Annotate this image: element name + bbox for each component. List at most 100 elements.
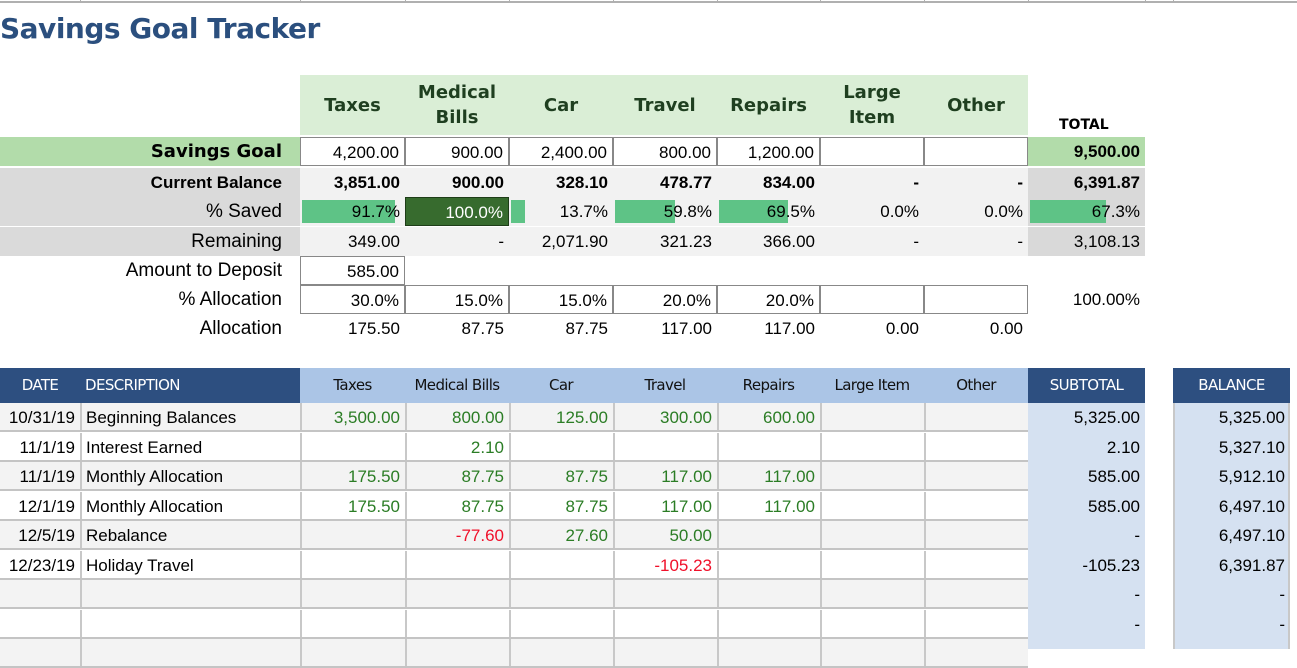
- transaction-amount-repairs[interactable]: [717, 432, 820, 460]
- transaction-amount-car[interactable]: 125.00: [509, 403, 613, 430]
- transaction-amount-taxes[interactable]: [300, 550, 405, 578]
- transaction-amount-repairs[interactable]: [717, 609, 820, 637]
- transaction-date[interactable]: [0, 639, 80, 666]
- transaction-description[interactable]: Holiday Travel: [80, 550, 300, 578]
- transaction-amount-other[interactable]: [924, 609, 1028, 637]
- transaction-amount-other[interactable]: [924, 521, 1028, 548]
- transaction-amount-car[interactable]: [509, 550, 613, 578]
- column-header-travel[interactable]: Travel: [613, 368, 717, 403]
- transaction-amount-taxes[interactable]: [300, 432, 405, 460]
- transaction-date[interactable]: 11/1/19: [0, 462, 80, 489]
- transaction-amount-travel[interactable]: 50.00: [613, 521, 717, 548]
- summary-cell-travel[interactable]: 800.00: [613, 137, 717, 166]
- transaction-row[interactable]: 10/31/19 Beginning Balances 3,500.00 800.00…: [0, 403, 1028, 432]
- transaction-description[interactable]: Interest Earned: [80, 432, 300, 460]
- column-header-balance[interactable]: BALANCE: [1173, 368, 1290, 403]
- transaction-amount-large-item[interactable]: [820, 491, 924, 519]
- column-header-large-item[interactable]: Large Item: [820, 368, 924, 403]
- column-header-other[interactable]: Other: [924, 368, 1028, 403]
- transaction-amount-car[interactable]: 87.75: [509, 491, 613, 519]
- transaction-amount-repairs[interactable]: [717, 580, 820, 607]
- transaction-amount-medical-bills[interactable]: 2.10: [405, 432, 509, 460]
- transaction-amount-taxes[interactable]: 3,500.00: [300, 403, 405, 430]
- transaction-amount-taxes[interactable]: [300, 521, 405, 548]
- transaction-row[interactable]: 12/23/19 Holiday Travel -105.23: [0, 550, 1028, 580]
- transaction-date[interactable]: 12/1/19: [0, 492, 80, 519]
- transaction-amount-large-item[interactable]: [820, 432, 924, 460]
- transaction-amount-other[interactable]: [924, 639, 1028, 666]
- transaction-row[interactable]: 11/1/19 Interest Earned 2.10: [0, 432, 1028, 462]
- transaction-amount-medical-bills[interactable]: [405, 639, 509, 666]
- column-header-subtotal[interactable]: SUBTOTAL: [1028, 368, 1145, 403]
- column-header-description[interactable]: DESCRIPTION: [80, 368, 300, 403]
- transaction-amount-travel[interactable]: 117.00: [613, 462, 717, 489]
- transaction-description[interactable]: Beginning Balances: [80, 403, 300, 430]
- transaction-amount-taxes[interactable]: [300, 609, 405, 637]
- column-header-car[interactable]: Car: [509, 368, 613, 403]
- transaction-amount-medical-bills[interactable]: [405, 580, 509, 607]
- transaction-amount-taxes[interactable]: [300, 639, 405, 666]
- transaction-amount-car[interactable]: [509, 580, 613, 607]
- transaction-amount-large-item[interactable]: [820, 462, 924, 489]
- transaction-amount-travel[interactable]: 117.00: [613, 491, 717, 519]
- transaction-amount-repairs[interactable]: [717, 550, 820, 578]
- transaction-amount-car[interactable]: [509, 609, 613, 637]
- transaction-amount-other[interactable]: [924, 491, 1028, 519]
- transaction-amount-medical-bills[interactable]: 800.00: [405, 403, 509, 430]
- transaction-amount-other[interactable]: [924, 580, 1028, 607]
- transaction-amount-other[interactable]: [924, 550, 1028, 578]
- transaction-amount-car[interactable]: [509, 432, 613, 460]
- summary-cell-medical-bills[interactable]: 900.00: [405, 137, 509, 166]
- transaction-amount-car[interactable]: [509, 639, 613, 666]
- transaction-amount-travel[interactable]: 300.00: [613, 403, 717, 430]
- transaction-amount-taxes[interactable]: 175.50: [300, 491, 405, 519]
- allocation-percent-input-repairs[interactable]: 20.0%: [717, 285, 820, 314]
- column-header-repairs[interactable]: Repairs: [717, 368, 820, 403]
- transaction-date[interactable]: 12/5/19: [0, 521, 80, 548]
- transaction-description[interactable]: Monthly Allocation: [80, 462, 300, 489]
- transaction-amount-large-item[interactable]: [820, 403, 924, 430]
- transaction-amount-medical-bills[interactable]: 87.75: [405, 462, 509, 489]
- transaction-date[interactable]: 12/23/19: [0, 551, 80, 578]
- transaction-amount-car[interactable]: 27.60: [509, 521, 613, 548]
- transaction-amount-other[interactable]: [924, 403, 1028, 430]
- transaction-amount-medical-bills[interactable]: [405, 609, 509, 637]
- transaction-amount-other[interactable]: [924, 432, 1028, 460]
- transaction-row[interactable]: 12/1/19 Monthly Allocation 175.50 87.75 87.7…: [0, 491, 1028, 521]
- transaction-description[interactable]: Rebalance: [80, 521, 300, 548]
- transaction-amount-travel[interactable]: [613, 432, 717, 460]
- transaction-amount-repairs[interactable]: 117.00: [717, 462, 820, 489]
- transaction-amount-large-item[interactable]: [820, 521, 924, 548]
- transaction-amount-repairs[interactable]: 600.00: [717, 403, 820, 430]
- column-header-date[interactable]: DATE: [0, 368, 80, 403]
- transaction-amount-car[interactable]: 87.75: [509, 462, 613, 489]
- summary-cell-other[interactable]: [924, 137, 1028, 166]
- transaction-amount-large-item[interactable]: [820, 609, 924, 637]
- allocation-percent-input-travel[interactable]: 20.0%: [613, 285, 717, 314]
- transaction-amount-travel[interactable]: -105.23: [613, 550, 717, 578]
- column-header-taxes[interactable]: Taxes: [300, 368, 405, 403]
- transaction-row[interactable]: [0, 580, 1028, 609]
- transaction-amount-taxes[interactable]: [300, 580, 405, 607]
- allocation-percent-input-medical-bills[interactable]: 15.0%: [405, 285, 509, 314]
- transaction-amount-travel[interactable]: [613, 580, 717, 607]
- transaction-amount-large-item[interactable]: [820, 639, 924, 666]
- transaction-row[interactable]: 11/1/19 Monthly Allocation 175.50 87.75 87.7…: [0, 462, 1028, 491]
- transaction-amount-large-item[interactable]: [820, 550, 924, 578]
- transaction-amount-medical-bills[interactable]: 87.75: [405, 491, 509, 519]
- allocation-percent-input-other[interactable]: [924, 285, 1028, 314]
- transaction-amount-medical-bills[interactable]: [405, 550, 509, 578]
- transaction-date[interactable]: [0, 610, 80, 637]
- transaction-amount-travel[interactable]: [613, 639, 717, 666]
- transaction-row[interactable]: [0, 609, 1028, 639]
- transaction-amount-repairs[interactable]: [717, 521, 820, 548]
- transaction-amount-repairs[interactable]: [717, 639, 820, 666]
- transaction-date[interactable]: 10/31/19: [0, 403, 80, 430]
- transaction-amount-large-item[interactable]: [820, 580, 924, 607]
- transaction-description[interactable]: [80, 639, 300, 666]
- transaction-description[interactable]: Monthly Allocation: [80, 491, 300, 519]
- transaction-description[interactable]: [80, 609, 300, 637]
- allocation-percent-input-taxes[interactable]: 30.0%: [300, 285, 405, 314]
- summary-cell-large-item[interactable]: [820, 137, 924, 166]
- transaction-row[interactable]: [0, 639, 1028, 668]
